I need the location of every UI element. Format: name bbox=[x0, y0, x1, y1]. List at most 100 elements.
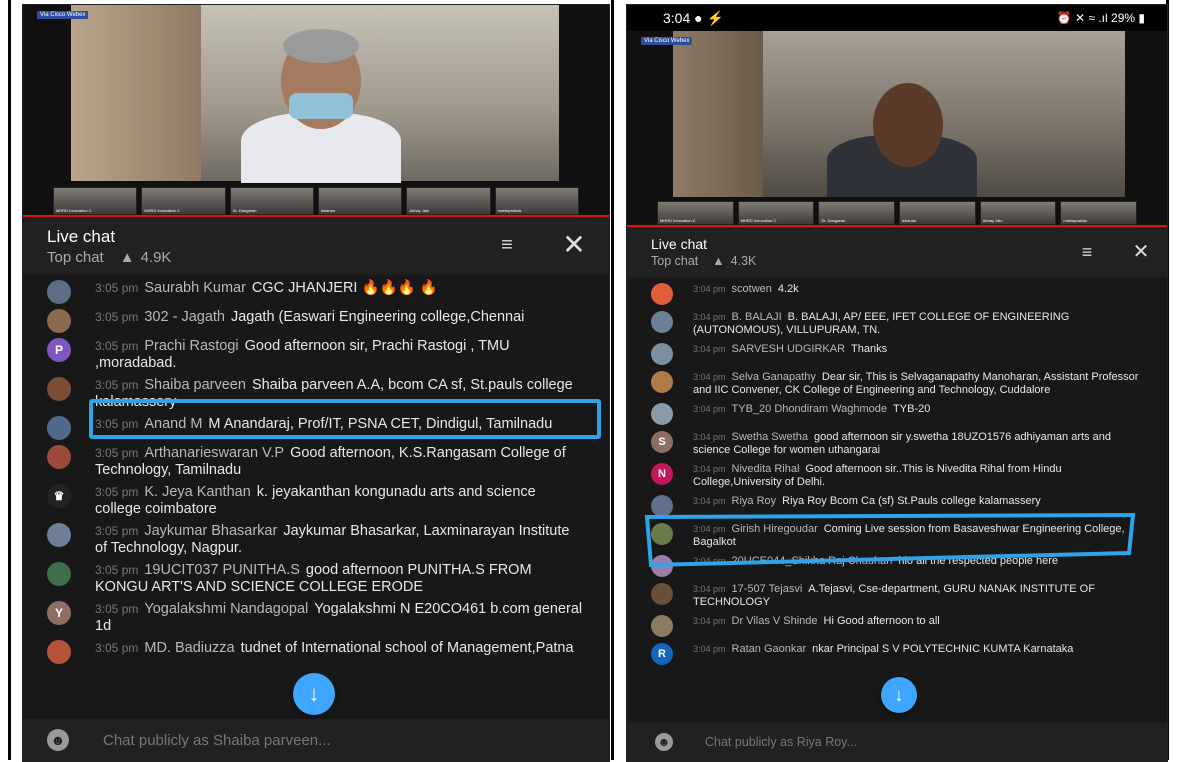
avatar[interactable] bbox=[651, 583, 673, 605]
avatar[interactable]: ♛ bbox=[47, 484, 71, 508]
message-author[interactable]: scotwen bbox=[732, 283, 772, 295]
scroll-to-latest-button[interactable]: ↓ bbox=[881, 677, 917, 713]
participant-thumb: Dr. Dangaran bbox=[818, 201, 896, 225]
message-author[interactable]: Saurabh Kumar bbox=[144, 280, 246, 296]
message-author[interactable]: 17-507 Tejasvi bbox=[732, 583, 803, 595]
chat-message[interactable]: Y 3:05 pm Yogalakshmi Nandagopal Yogalakshm… bbox=[47, 601, 585, 635]
message-author[interactable]: Prachi Rastogi bbox=[144, 338, 238, 354]
message-content: 3:04 pm Selva Ganapathy Dear sir, This is … bbox=[693, 371, 1151, 397]
chat-input[interactable]: Chat publicly as Riya Roy... bbox=[705, 735, 857, 749]
right-webex-watermark: Via Cisco Webex bbox=[641, 37, 693, 45]
close-icon[interactable]: ✕ bbox=[559, 229, 589, 260]
close-icon[interactable]: ✕ bbox=[1129, 239, 1153, 263]
status-right: ⏰ ✕ ≈ .ıl 29% ▮ bbox=[1057, 11, 1145, 25]
battery-level: 29% bbox=[1111, 11, 1136, 25]
chat-message[interactable]: 3:04 pm Dr Vilas V Shinde Hi Good afternoo… bbox=[651, 615, 1151, 637]
right-video-player[interactable]: Via Cisco Webex MHRD Innovation C MHRD I… bbox=[627, 31, 1167, 227]
chat-message[interactable]: ♛ 3:05 pm K. Jeya Kanthan k. jeyakanthan ko… bbox=[47, 484, 585, 518]
emoji-icon[interactable]: ☻ bbox=[655, 733, 673, 751]
status-message-icon: ● bbox=[694, 9, 703, 26]
chat-message[interactable]: 3:04 pm Selva Ganapathy Dear sir, This is … bbox=[651, 371, 1151, 397]
chat-message[interactable]: 3:04 pm scotwen 4.2k bbox=[651, 283, 1151, 305]
avatar[interactable]: R bbox=[651, 643, 673, 665]
chat-message[interactable]: 3:05 pm 19UCIT037 PUNITHA.S good afternoon… bbox=[47, 562, 585, 596]
scroll-to-latest-button[interactable]: ↓ bbox=[293, 673, 335, 715]
chat-message[interactable]: 3:04 pm 17-507 Tejasvi A.Tejasvi, Cse-depa… bbox=[651, 583, 1151, 609]
message-author[interactable]: Jaykumar Bhasarkar bbox=[144, 523, 277, 539]
left-chat-mode[interactable]: Top chat ▲ 4.9K bbox=[47, 249, 171, 266]
message-time: 3:04 pm bbox=[693, 584, 726, 594]
message-time: 3:05 pm bbox=[95, 641, 139, 655]
message-author[interactable]: Dr Vilas V Shinde bbox=[732, 615, 818, 627]
avatar[interactable]: Y bbox=[47, 601, 71, 625]
left-video-player[interactable]: Via Cisco Webex MHRD Innovation C MHRD I… bbox=[23, 5, 609, 217]
message-author[interactable]: K. Jeya Kanthan bbox=[144, 484, 250, 500]
message-text: Jagath (Easwari Engineering college,Chen… bbox=[230, 309, 525, 325]
message-author[interactable]: Swetha Swetha bbox=[732, 431, 808, 443]
message-text: TYB-20 bbox=[893, 403, 931, 415]
left-chat-messages[interactable]: 3:05 pm Saurabh Kumar CGC JHANJERI 🔥🔥🔥 🔥 3:… bbox=[23, 275, 609, 719]
message-author[interactable]: B. BALAJI bbox=[732, 311, 782, 323]
message-author[interactable]: TYB_20 Dhondiram Waghmode bbox=[732, 403, 888, 415]
message-author[interactable]: Selva Ganapathy bbox=[732, 371, 816, 383]
avatar[interactable] bbox=[651, 615, 673, 637]
chat-message[interactable]: 3:05 pm 302 - Jagath Jagath (Easwari Engin… bbox=[47, 309, 585, 333]
frame-divider-middle bbox=[611, 0, 614, 760]
viewer-count: 4.9K bbox=[140, 249, 172, 266]
right-phone-screenshot: 3:04 ● ⚡ ⏰ ✕ ≈ .ıl 29% ▮ Via Cisco Webex… bbox=[626, 4, 1168, 762]
avatar[interactable] bbox=[47, 562, 71, 586]
chat-message[interactable]: 3:05 pm MD. Badiuzza tudnet of Internation… bbox=[47, 640, 585, 664]
message-author[interactable]: Ratan Gaonkar bbox=[732, 643, 807, 655]
message-author[interactable]: 19UCIT037 PUNITHA.S bbox=[144, 562, 300, 578]
emoji-icon[interactable]: ☻ bbox=[47, 729, 69, 751]
participant-thumb: MHRD Innovation C bbox=[657, 201, 734, 225]
right-chat-mode[interactable]: Top chat ▲ 4.3K bbox=[651, 254, 756, 268]
avatar[interactable] bbox=[47, 445, 71, 469]
avatar[interactable] bbox=[47, 280, 71, 304]
chat-message[interactable]: 3:04 pm B. BALAJI B. BALAJI, AP/ EEE, IFET… bbox=[651, 311, 1151, 337]
message-time: 3:05 pm bbox=[95, 602, 139, 616]
avatar[interactable] bbox=[651, 403, 673, 425]
left-webex-watermark: Via Cisco Webex bbox=[37, 11, 89, 19]
chat-message[interactable]: 3:05 pm Saurabh Kumar CGC JHANJERI 🔥🔥🔥 🔥 bbox=[47, 280, 585, 304]
filter-settings-icon[interactable]: ≡ bbox=[1075, 241, 1099, 263]
chat-message[interactable]: P 3:05 pm Prachi Rastogi Good afternoon sir… bbox=[47, 338, 585, 372]
message-author[interactable]: MD. Badiuzza bbox=[144, 640, 234, 656]
message-author[interactable]: 302 - Jagath bbox=[144, 309, 225, 325]
avatar[interactable] bbox=[47, 640, 71, 664]
filter-settings-icon[interactable]: ≡ bbox=[493, 233, 521, 257]
avatar[interactable] bbox=[47, 377, 71, 401]
top-chat-label[interactable]: Top chat bbox=[651, 254, 698, 268]
avatar[interactable] bbox=[47, 416, 71, 440]
top-chat-label[interactable]: Top chat bbox=[47, 249, 104, 266]
message-author[interactable]: SARVESH UDGIRKAR bbox=[732, 343, 846, 355]
chat-input[interactable]: Chat publicly as Shaiba parveen... bbox=[103, 732, 331, 749]
avatar[interactable] bbox=[47, 523, 71, 547]
message-author[interactable]: Yogalakshmi Nandagopal bbox=[144, 601, 308, 617]
status-mute-icon: ✕ bbox=[1074, 11, 1086, 25]
participant-thumb: ishanan bbox=[317, 187, 403, 215]
avatar[interactable]: S bbox=[651, 431, 673, 453]
avatar[interactable] bbox=[651, 311, 673, 333]
message-author[interactable]: Arthanarieswaran V.P bbox=[144, 445, 284, 461]
chat-message[interactable]: S 3:04 pm Swetha Swetha good afternoon sir … bbox=[651, 431, 1151, 457]
status-signal-icon: .ıl bbox=[1098, 11, 1108, 25]
avatar[interactable] bbox=[651, 371, 673, 393]
avatar[interactable] bbox=[47, 309, 71, 333]
avatar[interactable]: P bbox=[47, 338, 71, 362]
message-text: Thanks bbox=[851, 343, 888, 355]
chat-message[interactable]: R 3:04 pm Ratan Gaonkar nkar Principal S V … bbox=[651, 643, 1151, 665]
message-author[interactable]: Nivedita Rihal bbox=[732, 463, 800, 475]
chat-message[interactable]: 3:04 pm TYB_20 Dhondiram Waghmode TYB-20 bbox=[651, 403, 1151, 425]
avatar[interactable]: N bbox=[651, 463, 673, 485]
message-author[interactable]: Shaiba parveen bbox=[144, 377, 246, 393]
chat-message[interactable]: 3:05 pm Arthanarieswaran V.P Good afternoo… bbox=[47, 445, 585, 479]
frame-divider-left bbox=[8, 0, 11, 760]
avatar[interactable] bbox=[651, 343, 673, 365]
chat-message[interactable]: N 3:04 pm Nivedita Rihal Good afternoon sir… bbox=[651, 463, 1151, 489]
right-chat-messages[interactable]: 3:04 pm scotwen 4.2k 3:04 pm B. BALAJI B. BAL… bbox=[627, 277, 1167, 723]
chat-message[interactable]: 3:05 pm Jaykumar Bhasarkar Jaykumar Bhasar… bbox=[47, 523, 585, 557]
chat-message[interactable]: 3:04 pm SARVESH UDGIRKAR Thanks bbox=[651, 343, 1151, 365]
message-author[interactable]: Riya Roy bbox=[732, 495, 777, 507]
avatar[interactable] bbox=[651, 283, 673, 305]
